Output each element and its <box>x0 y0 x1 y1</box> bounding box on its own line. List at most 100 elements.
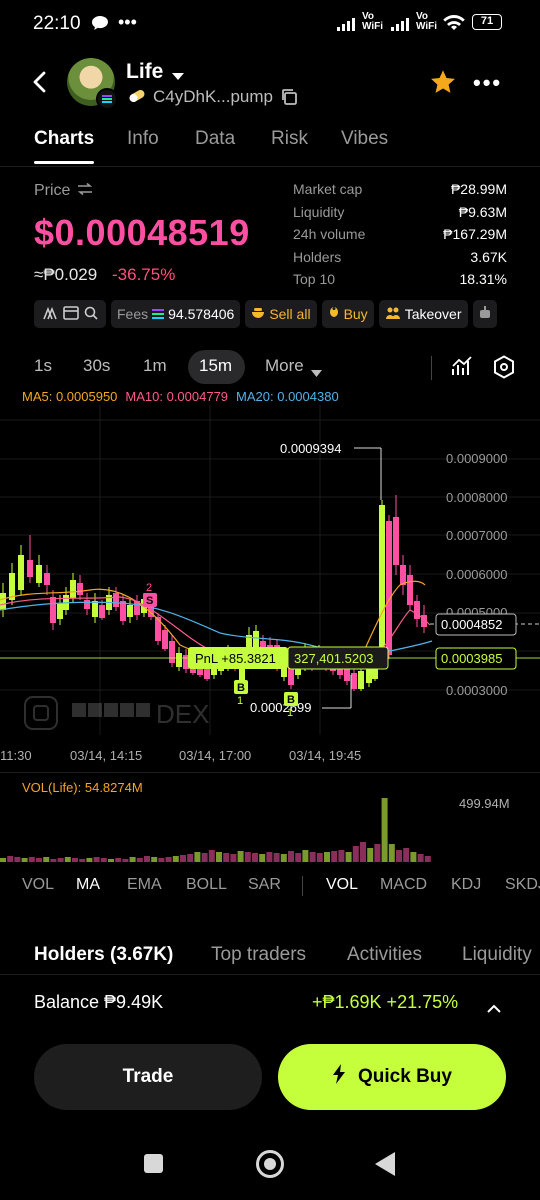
holder-tabs: Holders (3.67K) Top traders Activities L… <box>0 944 540 968</box>
lightning-icon <box>332 1064 346 1090</box>
sell-marker: S 2 <box>143 582 157 607</box>
indicator-sar[interactable]: SAR <box>248 876 281 894</box>
timeframe-1m[interactable]: 1m <box>143 356 167 376</box>
y-axis-label: 0.0009000 <box>446 451 507 466</box>
status-time: 22:10 <box>33 13 81 34</box>
candle-body <box>0 593 6 610</box>
indicator-chart-icon[interactable] <box>451 355 473 382</box>
divider <box>431 356 432 380</box>
search-icon[interactable] <box>84 306 98 323</box>
timeframe-30s[interactable]: 30s <box>83 356 110 376</box>
indicator-macd[interactable]: MACD <box>380 876 427 894</box>
volume-bar <box>216 852 222 862</box>
stat-market-cap: Market cap ₱28.99M <box>293 181 507 204</box>
timeframe-more[interactable]: More <box>265 356 304 376</box>
chevron-up-icon[interactable] <box>487 997 501 1018</box>
favorite-star-icon[interactable] <box>429 68 457 101</box>
sell-all-chip[interactable]: Sell all <box>245 300 317 328</box>
volume-bar <box>273 853 280 862</box>
trade-label: Trade <box>122 1066 174 1087</box>
recent-apps-icon[interactable] <box>144 1154 163 1173</box>
tab-liquidity[interactable]: Liquidity <box>462 944 532 966</box>
indicator-ema[interactable]: EMA <box>127 876 162 894</box>
indicator-vol-sub[interactable]: VOL <box>326 876 358 894</box>
window-icon[interactable] <box>63 305 79 323</box>
balance-row[interactable]: Balance ₱9.49K +₱1.69K +21.75% <box>0 992 540 1018</box>
volume-bar <box>108 859 114 862</box>
volume-bar <box>144 856 150 862</box>
more-options-icon[interactable]: ••• <box>473 70 502 96</box>
token-switch-icon[interactable] <box>172 68 184 86</box>
fees-chip[interactable]: Fees 94.578406 <box>111 300 241 328</box>
price-chart[interactable]: 0.0009000 0.0008000 0.0007000 0.0006000 0.00… <box>0 405 540 735</box>
indicator-vol-main[interactable]: VOL <box>22 876 54 894</box>
volume-bar <box>7 856 14 862</box>
tab-risk[interactable]: Risk <box>271 128 308 150</box>
stat-label: Liquidity <box>293 203 345 220</box>
volume-bar <box>122 859 129 862</box>
y-axis-label: 0.0007000 <box>446 528 507 543</box>
tab-vibes[interactable]: Vibes <box>341 128 388 150</box>
home-icon[interactable] <box>256 1150 284 1178</box>
stat-value: ₱167.29M <box>443 226 507 242</box>
pnl-price-tag: 0.0003985 <box>435 647 517 670</box>
indicator-kdj[interactable]: KDJ <box>451 876 481 894</box>
timeframe-1s[interactable]: 1s <box>34 356 52 376</box>
people-icon[interactable] <box>42 306 58 323</box>
candle-body <box>77 583 83 595</box>
chevron-down-icon[interactable] <box>311 364 322 382</box>
tab-charts[interactable]: Charts <box>34 128 94 150</box>
tab-activities[interactable]: Activities <box>347 944 422 966</box>
quick-buy-button[interactable]: Quick Buy <box>278 1044 506 1110</box>
chat-bubble-icon <box>91 15 109 36</box>
current-price-tag: 0.0004852 <box>435 613 517 636</box>
candle-body <box>57 603 63 619</box>
tab-info[interactable]: Info <box>127 128 159 150</box>
stat-top10: Top 10 18.31% <box>293 271 507 294</box>
tools-chip[interactable] <box>34 300 106 328</box>
more-chip[interactable] <box>472 300 497 328</box>
settings-hex-icon[interactable] <box>493 355 515 384</box>
y-axis-label: 0.0006000 <box>446 567 507 582</box>
candle-body <box>386 521 392 655</box>
buy-chip[interactable]: Buy <box>321 300 374 328</box>
indicator-boll[interactable]: BOLL <box>186 876 227 894</box>
tab-data[interactable]: Data <box>195 128 235 150</box>
indicator-skdj[interactable]: SKDJ <box>505 876 540 894</box>
volume-bar <box>57 858 64 862</box>
takeover-chip[interactable]: Takeover <box>378 300 468 328</box>
price-label-group[interactable]: Price <box>34 182 93 200</box>
token-header: Life C4yDhK...pump ••• <box>0 52 540 114</box>
candle-body <box>379 505 385 661</box>
candle-body <box>162 630 168 649</box>
buy-marker-1: B 1 <box>234 680 248 707</box>
quick-buy-label: Quick Buy <box>358 1066 452 1087</box>
trade-button[interactable]: Trade <box>34 1044 262 1110</box>
price-fiat: ≈₱0.029 <box>34 265 98 284</box>
main-tabs: Charts Info Data Risk Vibes <box>0 118 540 167</box>
tab-holders[interactable]: Holders (3.67K) <box>34 944 173 966</box>
timeframe-15m[interactable]: 15m <box>199 356 232 376</box>
volume-bar <box>28 857 35 862</box>
back-icon[interactable] <box>375 1152 395 1181</box>
volume-label: VOL(Life): 54.8274M <box>22 780 143 795</box>
wifi-icon <box>442 14 466 37</box>
copy-icon[interactable] <box>280 88 298 111</box>
swap-icon[interactable] <box>77 182 93 200</box>
status-bar: 22:10 ••• Vo WiFi Vo WiFi 71 <box>0 0 540 48</box>
price-change: -36.75% <box>112 265 176 284</box>
volume-bar <box>100 858 107 862</box>
stat-label: 24h volume <box>293 226 366 242</box>
svg-text:B: B <box>287 694 295 706</box>
back-arrow-icon[interactable] <box>32 70 48 99</box>
more-notifications-icon: ••• <box>118 12 137 32</box>
tab-top-traders[interactable]: Top traders <box>211 944 306 966</box>
volume-bar <box>208 850 215 862</box>
indicator-ma[interactable]: MA <box>76 876 100 894</box>
indicator-divider <box>302 876 303 896</box>
x-label: 11:30 <box>0 748 32 763</box>
candlestick-chart[interactable]: 0.0009000 0.0008000 0.0007000 0.0006000 0.00… <box>0 405 540 735</box>
volume-bar <box>309 852 316 862</box>
volume-bar <box>288 851 294 862</box>
volume-bar <box>43 857 50 862</box>
